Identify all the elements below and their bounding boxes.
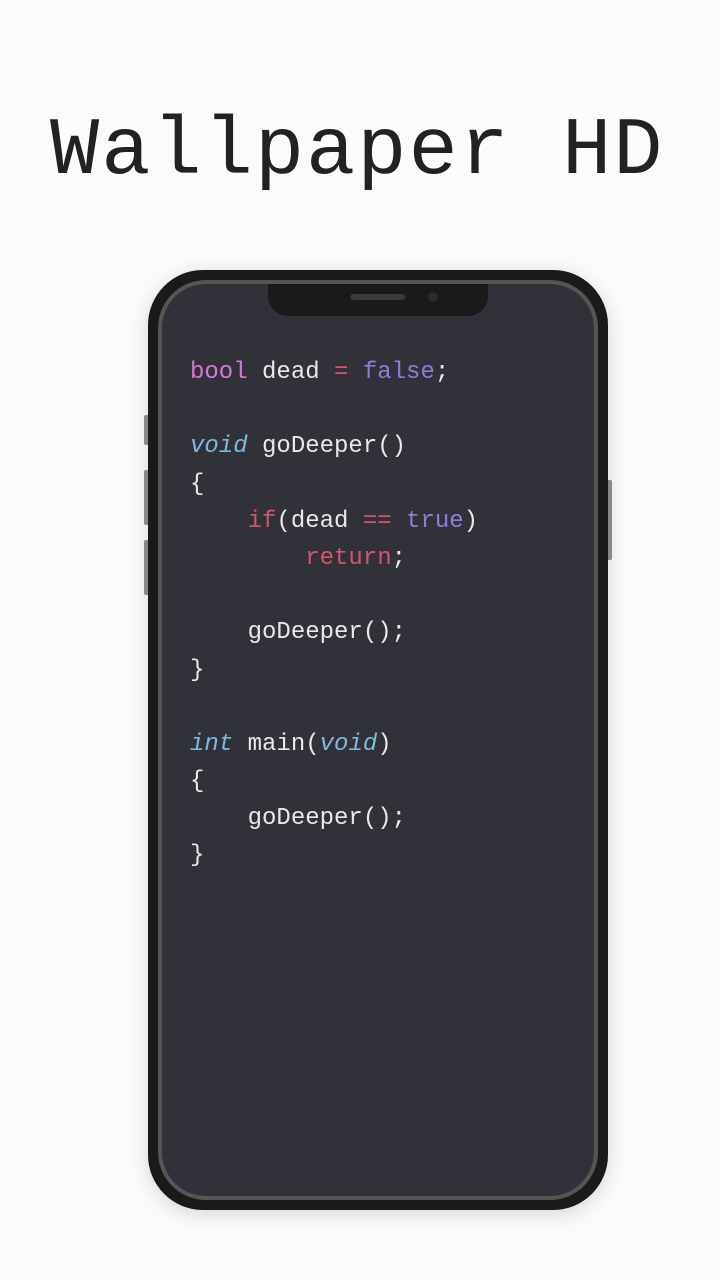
code-op-assign: = [334, 359, 348, 386]
code-cond-open: (dead [276, 508, 362, 535]
page-title: Wallpaper HD [50, 105, 665, 198]
code-cond-close: ) [464, 508, 478, 535]
code-keyword-return: return [305, 545, 391, 572]
code-op-eqeq: == [363, 508, 392, 535]
code-rbrace: } [190, 842, 204, 869]
code-keyword-void: void [320, 731, 378, 758]
mute-switch [144, 415, 148, 445]
code-lbrace: { [190, 768, 204, 795]
code-space [348, 359, 362, 386]
phone-notch [268, 284, 488, 316]
code-keyword-void: void [190, 433, 248, 460]
volume-up-button [144, 470, 148, 525]
code-wallpaper: bool dead = false; void goDeeper() { if(… [190, 354, 478, 875]
code-indent [190, 619, 248, 646]
phone-bezel: bool dead = false; void goDeeper() { if(… [158, 280, 598, 1200]
code-main-close: ) [377, 731, 391, 758]
code-call: goDeeper(); [248, 619, 406, 646]
speaker-icon [351, 294, 406, 300]
code-keyword-bool: bool [190, 359, 248, 386]
code-literal-false: false [363, 359, 435, 386]
code-keyword-int: int [190, 731, 233, 758]
code-main-open: main( [233, 731, 319, 758]
code-rbrace: } [190, 657, 204, 684]
code-literal-true: true [406, 508, 464, 535]
code-indent [190, 805, 248, 832]
code-ident-dead: dead [248, 359, 334, 386]
code-call: goDeeper(); [248, 805, 406, 832]
volume-down-button [144, 540, 148, 595]
power-button [608, 480, 612, 560]
phone-mockup: bool dead = false; void goDeeper() { if(… [148, 270, 608, 1210]
code-lbrace: { [190, 471, 204, 498]
code-space [392, 508, 406, 535]
code-indent [190, 508, 248, 535]
code-func-decl: goDeeper() [248, 433, 406, 460]
code-semi: ; [435, 359, 449, 386]
code-keyword-if: if [248, 508, 277, 535]
code-semi: ; [392, 545, 406, 572]
code-indent [190, 545, 305, 572]
phone-screen: bool dead = false; void goDeeper() { if(… [162, 284, 594, 1196]
camera-icon [428, 292, 438, 302]
